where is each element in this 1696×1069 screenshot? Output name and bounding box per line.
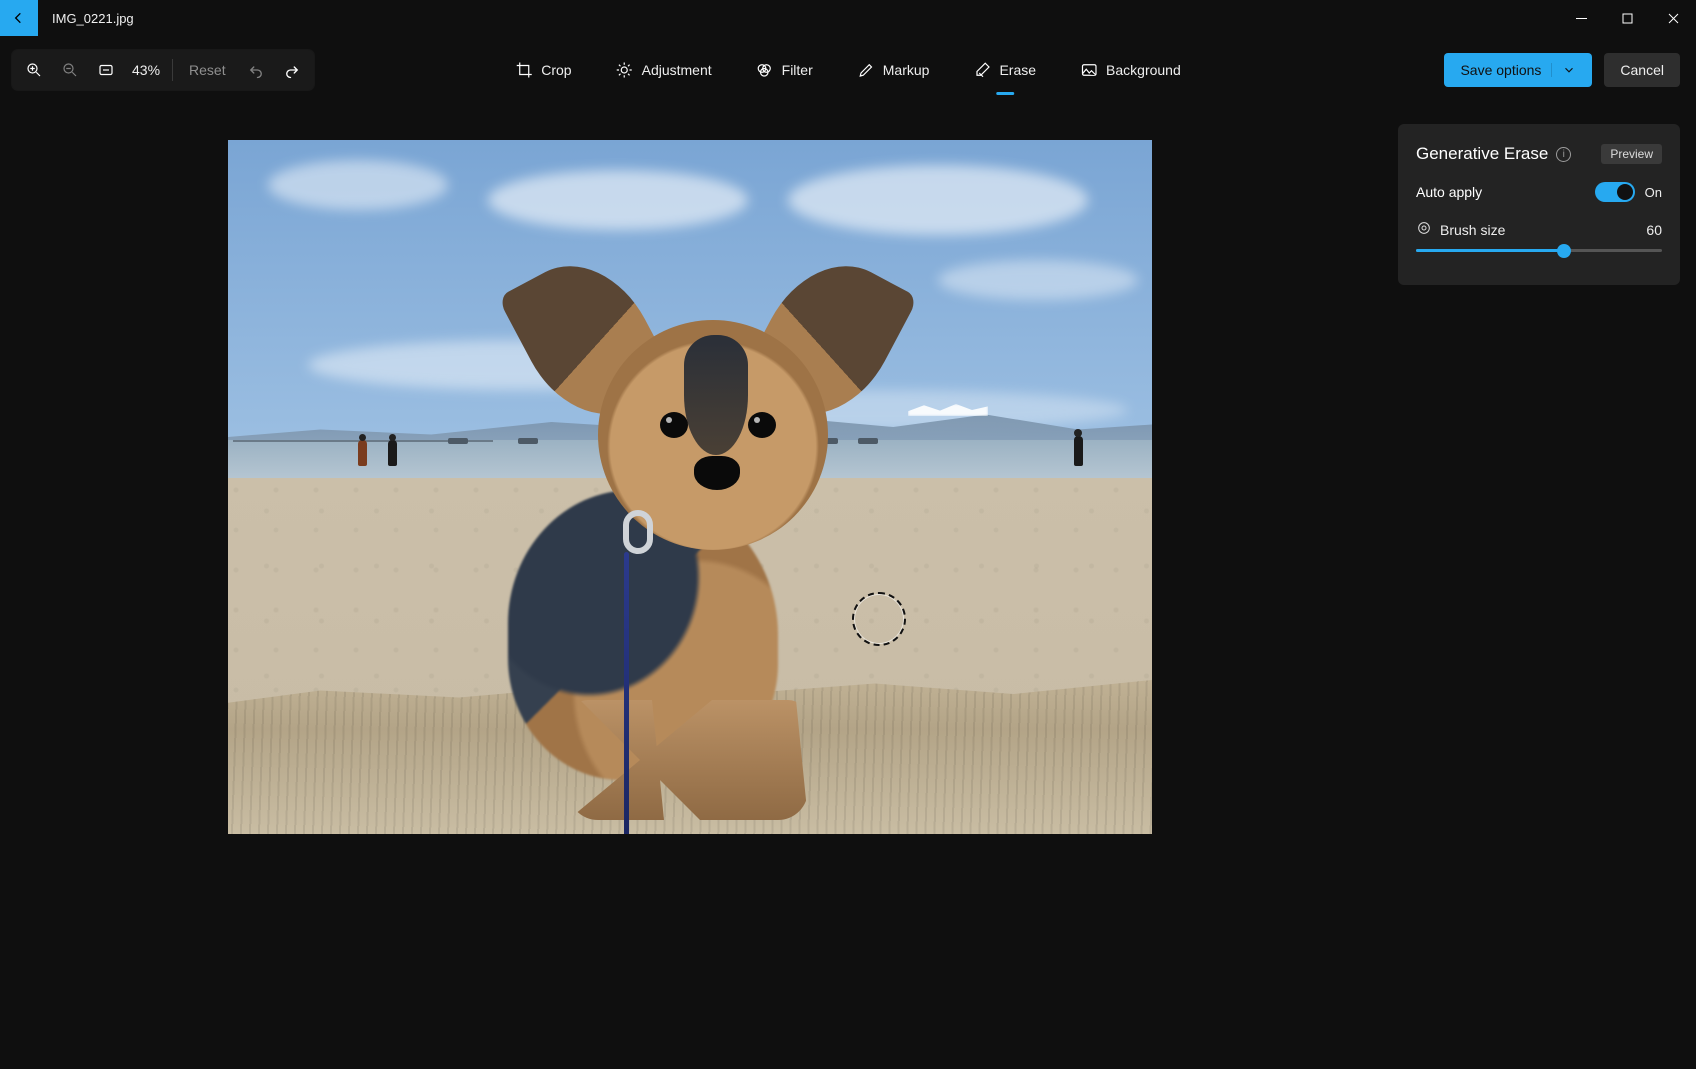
tab-filter-label: Filter: [782, 62, 813, 78]
cloud: [488, 170, 748, 230]
boat: [858, 438, 878, 444]
fit-icon: [97, 61, 115, 79]
auto-apply-toggle[interactable]: [1595, 182, 1635, 202]
panel-title: Generative Erase: [1416, 144, 1548, 164]
toolbar: 43% Reset Crop Adjustment Filter Markup: [0, 36, 1696, 104]
cancel-label: Cancel: [1620, 62, 1664, 78]
dog-muzzle: [684, 335, 748, 455]
image-canvas[interactable]: [228, 140, 1152, 834]
erase-icon: [973, 61, 991, 79]
preview-badge: Preview: [1601, 144, 1662, 164]
undo-icon: [247, 61, 265, 79]
distant-person: [1074, 436, 1083, 466]
file-name: IMG_0221.jpg: [52, 11, 134, 26]
cloud: [268, 160, 448, 210]
zoom-out-icon: [61, 61, 79, 79]
redo-icon: [283, 61, 301, 79]
dog-eye: [660, 412, 688, 438]
cloud: [788, 165, 1088, 235]
title-bar: IMG_0221.jpg: [0, 0, 1696, 36]
chevron-down-icon: [1551, 63, 1576, 77]
window-controls: [1558, 0, 1696, 36]
brush-cursor: [852, 592, 906, 646]
boat: [448, 438, 468, 444]
slider-fill: [1416, 249, 1564, 252]
tab-erase[interactable]: Erase: [973, 55, 1036, 85]
brush-size-value: 60: [1646, 222, 1662, 238]
crop-icon: [515, 61, 533, 79]
zoom-in-icon: [25, 61, 43, 79]
info-icon[interactable]: i: [1556, 147, 1571, 162]
edit-tabs: Crop Adjustment Filter Markup Erase Back…: [515, 55, 1181, 85]
tab-markup[interactable]: Markup: [857, 55, 930, 85]
tab-crop-label: Crop: [541, 62, 571, 78]
redo-button[interactable]: [276, 54, 308, 86]
tab-crop[interactable]: Crop: [515, 55, 571, 85]
tab-background-label: Background: [1106, 62, 1181, 78]
tab-adjustment-label: Adjustment: [642, 62, 712, 78]
zoom-level[interactable]: 43%: [126, 62, 166, 78]
cloud: [938, 260, 1138, 300]
brush-size-label: Brush size: [1440, 222, 1505, 238]
fit-to-screen-button[interactable]: [90, 54, 122, 86]
save-options-label: Save options: [1460, 62, 1541, 78]
auto-apply-label: Auto apply: [1416, 184, 1482, 200]
close-button[interactable]: [1650, 0, 1696, 36]
tab-background[interactable]: Background: [1080, 55, 1181, 85]
undo-button[interactable]: [240, 54, 272, 86]
maximize-button[interactable]: [1604, 0, 1650, 36]
zoom-cluster: 43% Reset: [12, 50, 314, 90]
distant-person: [388, 440, 397, 466]
adjustment-icon: [616, 61, 634, 79]
auto-apply-value: On: [1645, 185, 1662, 200]
save-options-button[interactable]: Save options: [1444, 53, 1592, 87]
markup-icon: [857, 61, 875, 79]
boat: [518, 438, 538, 444]
dog-nose: [694, 456, 740, 490]
tab-filter[interactable]: Filter: [756, 55, 813, 85]
tab-markup-label: Markup: [883, 62, 930, 78]
brush-size-slider[interactable]: [1416, 241, 1662, 261]
panel-title-row: Generative Erase i: [1416, 144, 1571, 164]
distant-person: [358, 440, 367, 466]
leash: [624, 552, 629, 834]
dog-eye: [748, 412, 776, 438]
maximize-icon: [1622, 13, 1633, 24]
zoom-in-button[interactable]: [18, 54, 50, 86]
erase-panel: Generative Erase i Preview Auto apply On…: [1398, 124, 1680, 285]
divider: [172, 59, 173, 81]
minimize-icon: [1576, 13, 1587, 24]
tab-adjustment[interactable]: Adjustment: [616, 55, 712, 85]
action-buttons: Save options Cancel: [1444, 53, 1680, 87]
brush-size-icon: [1416, 220, 1432, 239]
filter-icon: [756, 61, 774, 79]
background-icon: [1080, 61, 1098, 79]
arrow-left-icon: [11, 10, 27, 26]
cancel-button[interactable]: Cancel: [1604, 53, 1680, 87]
reset-button[interactable]: Reset: [179, 62, 236, 78]
slider-thumb[interactable]: [1557, 244, 1571, 258]
minimize-button[interactable]: [1558, 0, 1604, 36]
harness-ring: [623, 510, 653, 554]
close-icon: [1668, 13, 1679, 24]
tab-erase-label: Erase: [999, 62, 1036, 78]
zoom-out-button[interactable]: [54, 54, 86, 86]
canvas-area: [0, 104, 1380, 1069]
back-button[interactable]: [0, 0, 38, 36]
